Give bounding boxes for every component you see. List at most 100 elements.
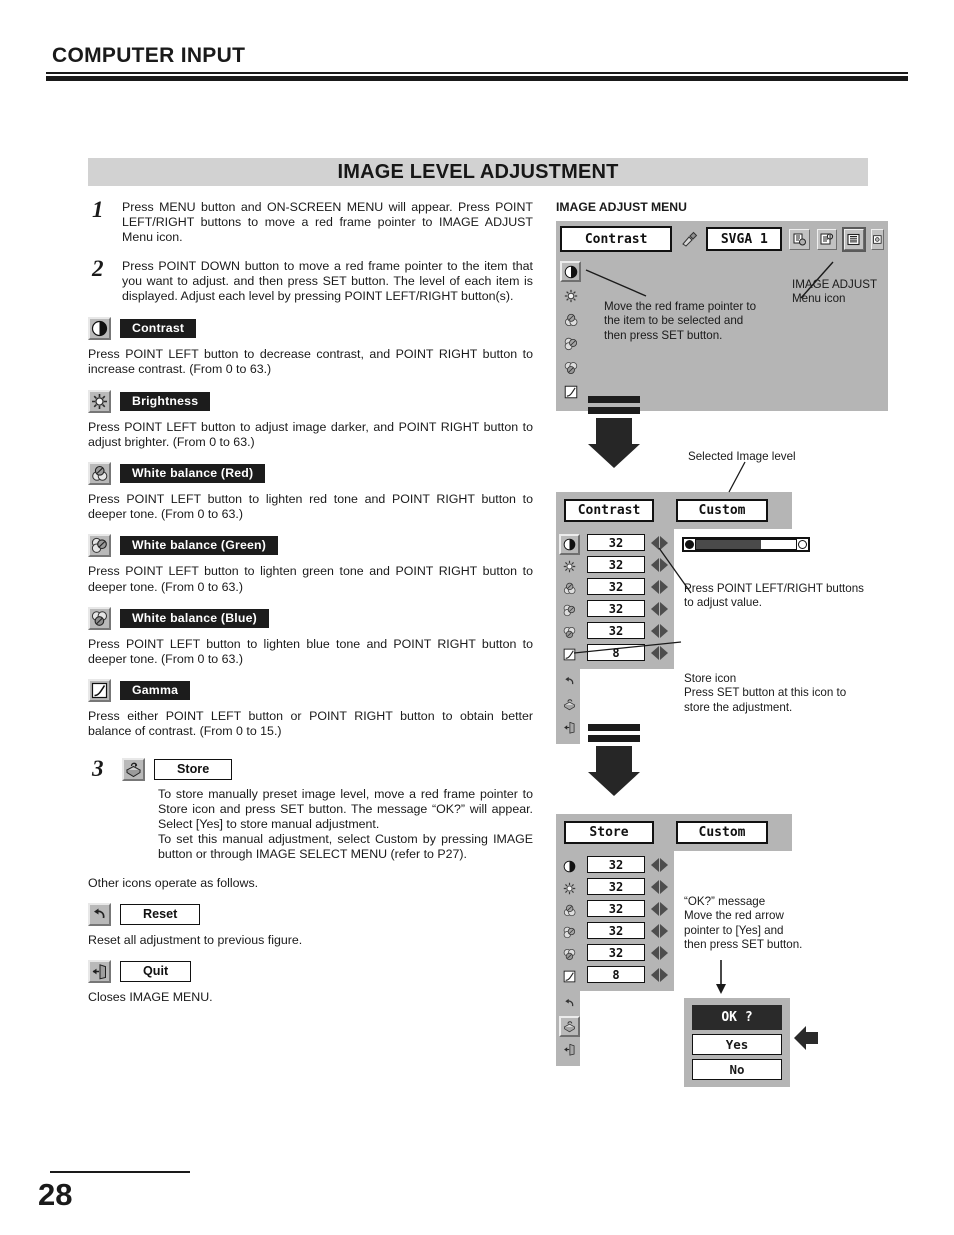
- value-contrast[interactable]: 32: [587, 534, 645, 551]
- left-right-arrows[interactable]: [651, 623, 668, 638]
- ok-dialog-no-button[interactable]: No: [692, 1059, 782, 1080]
- system-icon[interactable]: [789, 228, 810, 250]
- osd-adjust-field-label[interactable]: Contrast: [564, 499, 654, 522]
- item-quit-label: Quit: [120, 960, 192, 982]
- item-reset-head: Reset: [88, 902, 533, 926]
- white-balance-green-icon[interactable]: [559, 922, 580, 943]
- store-icon[interactable]: [559, 1016, 580, 1037]
- section-banner-title: IMAGE LEVEL ADJUSTMENT: [337, 160, 619, 183]
- value-row: 8: [583, 964, 668, 985]
- osd-store-level-label[interactable]: Custom: [676, 821, 768, 844]
- step-1: 1 Press MENU button and ON-SCREEN MENU w…: [88, 198, 533, 246]
- left-right-arrows[interactable]: [651, 601, 668, 616]
- item-white-balance-green-label: White balance (Green): [120, 536, 279, 556]
- white-balance-red-icon[interactable]: [559, 578, 580, 599]
- reset-icon: [88, 902, 111, 926]
- image-adjust-menu-title: IMAGE ADJUST MENU: [556, 200, 687, 214]
- white-balance-red-icon[interactable]: [560, 309, 581, 330]
- white-balance-blue-icon[interactable]: [559, 944, 580, 965]
- gamma-icon[interactable]: [560, 381, 581, 402]
- store-icon: [122, 757, 145, 781]
- item-gamma-label: Gamma: [120, 681, 191, 701]
- osd-source-field[interactable]: SVGA 1: [706, 227, 783, 251]
- osd-contrast-field[interactable]: Contrast: [560, 226, 673, 252]
- value-gamma[interactable]: 8: [587, 644, 645, 661]
- image-adjust-icon[interactable]: [841, 226, 866, 252]
- value-white-balance-blue[interactable]: 32: [587, 944, 645, 961]
- instructions-column: 1 Press MENU button and ON-SCREEN MENU w…: [88, 198, 533, 1004]
- ok-dialog-title: OK ?: [692, 1005, 782, 1030]
- osd-level-slider[interactable]: [682, 537, 810, 552]
- left-right-arrows[interactable]: [651, 857, 668, 872]
- item-contrast: Contrast Press POINT LEFT button to decr…: [88, 317, 533, 377]
- white-balance-blue-icon[interactable]: [560, 357, 581, 378]
- image-select-icon[interactable]: [816, 228, 837, 250]
- left-right-arrows[interactable]: [651, 645, 668, 660]
- setting-icon[interactable]: [870, 228, 884, 250]
- page-footer: 28: [38, 1171, 918, 1213]
- item-white-balance-blue-label: White balance (Blue): [120, 608, 269, 628]
- contrast-icon[interactable]: [559, 534, 580, 555]
- slider-track[interactable]: [695, 539, 797, 550]
- left-right-arrows[interactable]: [651, 557, 668, 572]
- value-white-balance-green[interactable]: 32: [587, 600, 645, 617]
- ok-dialog-yes-button[interactable]: Yes: [692, 1034, 782, 1055]
- item-reset-label: Reset: [120, 903, 201, 925]
- header-rule-thick: [46, 76, 908, 81]
- gamma-icon[interactable]: [559, 966, 580, 987]
- annotation-press-point-left-right: Press POINT LEFT/RIGHT buttons to adjust…: [684, 582, 864, 610]
- value-white-balance-green[interactable]: 32: [587, 922, 645, 939]
- osd-adjust-value-rows: 32 32 32 32 32 8: [583, 532, 668, 666]
- contrast-icon[interactable]: [559, 856, 580, 877]
- value-row: 32: [583, 942, 668, 963]
- contrast-icon: [88, 317, 111, 341]
- value-row: 32: [583, 920, 668, 941]
- contrast-icon[interactable]: [560, 261, 581, 282]
- white-balance-blue-icon[interactable]: [559, 622, 580, 643]
- osd-store-header: Store Custom: [556, 814, 792, 851]
- item-white-balance-green: White balance (Green) Press POINT LEFT b…: [88, 534, 533, 594]
- left-right-arrows[interactable]: [651, 879, 668, 894]
- item-white-balance-red-head: White balance (Red): [88, 462, 533, 486]
- flow-arrow-1: [588, 396, 640, 468]
- left-right-arrows[interactable]: [651, 967, 668, 982]
- white-balance-red-icon[interactable]: [559, 900, 580, 921]
- osd-adjust-level-label[interactable]: Custom: [676, 499, 768, 522]
- gamma-icon[interactable]: [559, 644, 580, 665]
- value-white-balance-red[interactable]: 32: [587, 578, 645, 595]
- left-right-arrows[interactable]: [651, 579, 668, 594]
- left-right-arrows[interactable]: [651, 945, 668, 960]
- other-icons-line: Other icons operate as follows.: [88, 875, 259, 890]
- footer-rule: [50, 1171, 190, 1173]
- value-brightness[interactable]: 32: [587, 556, 645, 573]
- osd-store-field-label[interactable]: Store: [564, 821, 654, 844]
- brightness-icon[interactable]: [559, 556, 580, 577]
- item-white-balance-red-desc: Press POINT LEFT button to lighten red t…: [88, 492, 533, 522]
- value-white-balance-red[interactable]: 32: [587, 900, 645, 917]
- item-white-balance-blue: White balance (Blue) Press POINT LEFT bu…: [88, 606, 533, 667]
- item-brightness-desc: Press POINT LEFT button to adjust image …: [88, 419, 533, 449]
- reset-icon[interactable]: [559, 671, 580, 692]
- value-white-balance-blue[interactable]: 32: [587, 622, 645, 639]
- osd-top-menubar: Contrast SVGA 1: [556, 221, 888, 257]
- value-contrast[interactable]: 32: [587, 856, 645, 873]
- value-gamma[interactable]: 8: [587, 966, 645, 983]
- reset-icon[interactable]: [559, 993, 580, 1014]
- quit-icon[interactable]: [559, 717, 580, 738]
- left-right-arrows[interactable]: [651, 535, 668, 550]
- value-row: 8: [583, 642, 668, 663]
- step-3-para-2: To set this manual adjustment, select Cu…: [158, 832, 533, 862]
- left-right-arrows[interactable]: [651, 923, 668, 938]
- brightness-icon[interactable]: [559, 878, 580, 899]
- white-balance-green-icon[interactable]: [559, 600, 580, 621]
- quit-icon[interactable]: [559, 1039, 580, 1060]
- brightness-icon[interactable]: [560, 285, 581, 306]
- item-white-balance-blue-head: White balance (Blue): [88, 606, 533, 630]
- pc-adjust-icon[interactable]: [679, 229, 699, 250]
- value-brightness[interactable]: 32: [587, 878, 645, 895]
- store-icon[interactable]: [559, 694, 580, 715]
- left-right-arrows[interactable]: [651, 901, 668, 916]
- white-balance-green-icon[interactable]: [560, 333, 581, 354]
- step-3: 3 Store To store manually preset image l…: [88, 757, 533, 863]
- step-3-head: Store: [122, 757, 533, 781]
